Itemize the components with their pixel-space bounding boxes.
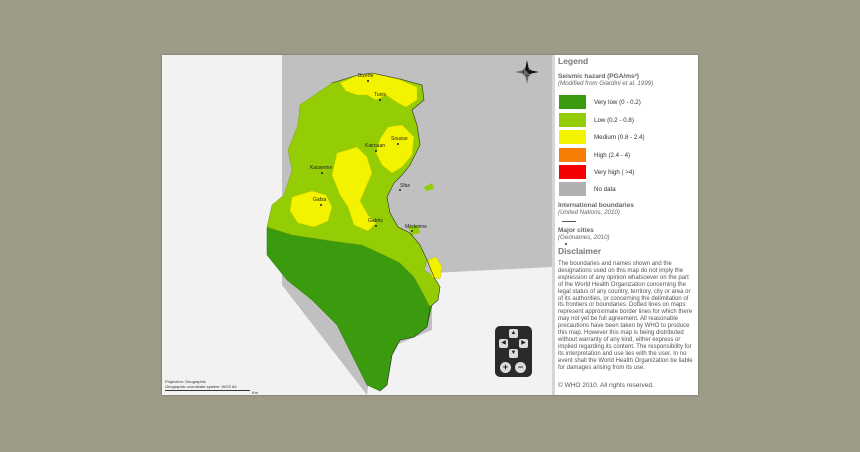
legend-swatch-very-low: [559, 95, 586, 109]
city-dot: [320, 204, 322, 206]
legend-swatch-very-high: [559, 165, 586, 179]
pan-left-icon[interactable]: ◀: [499, 339, 508, 348]
city-label: Kairouan: [365, 143, 385, 149]
scale-bar: [165, 390, 250, 391]
city-dot: [321, 172, 323, 174]
zoom-out-icon[interactable]: −: [515, 362, 526, 373]
disclaimer-title: Disclaimer: [558, 246, 601, 256]
city-label: Bizerte: [358, 73, 374, 79]
cities-source: (Geonames, 2010): [558, 234, 610, 241]
city-label: Médenine: [405, 224, 427, 230]
legend-swatch-high: [559, 148, 586, 162]
hazard-source: (Modified from Giardini et al. 1999): [558, 80, 654, 87]
city-dot: [411, 230, 413, 232]
map-viewer: Bizerte Tunis Sousse Kairouan Kasserine …: [162, 55, 698, 395]
city-dot: [399, 189, 401, 191]
disclaimer-text: The boundaries and names shown and the d…: [558, 261, 693, 371]
boundaries-source: (United Nations, 2010): [558, 209, 620, 216]
city-label: Gabès: [368, 218, 383, 224]
city-label: Gafsa: [313, 197, 327, 203]
city-layer: Bizerte Tunis Sousse Kairouan Kasserine …: [310, 73, 427, 232]
city-dot: [397, 143, 399, 145]
map-navigation-panel: ▲ ◀ ▶ ▼ + −: [495, 326, 532, 377]
boundary-line-icon: [562, 221, 576, 222]
panel-divider: [552, 55, 555, 395]
city-label: Sousse: [391, 136, 408, 142]
city-dot: [375, 225, 377, 227]
city-label: Sfax: [400, 183, 411, 189]
city-dot: [379, 99, 381, 101]
legend-panel: Legend Seismic hazard (PGA/ms²) (Modifie…: [558, 55, 696, 395]
map-canvas[interactable]: Bizerte Tunis Sousse Kairouan Kasserine …: [162, 55, 552, 395]
legend-label: Very low (0 - 0.2): [594, 99, 641, 106]
north-arrow-icon: [515, 60, 539, 84]
boundaries-title: International boundaries: [558, 202, 634, 209]
legend-label: High (2.4 - 4): [594, 152, 631, 159]
legend-title: Legend: [558, 56, 589, 66]
city-marker-icon: [565, 243, 567, 245]
city-label: Tunis: [374, 92, 387, 98]
legend-swatch-medium: [559, 130, 586, 144]
zoom-in-icon[interactable]: +: [500, 362, 511, 373]
city-label: Kasserine: [310, 165, 332, 171]
pan-down-icon[interactable]: ▼: [509, 349, 518, 358]
legend-swatch-low: [559, 113, 586, 127]
city-dot: [367, 80, 369, 82]
pan-right-icon[interactable]: ▶: [519, 339, 528, 348]
scale-label: Km: [252, 390, 258, 395]
copyright-notice: © WHO 2010. All rights reserved.: [558, 382, 654, 389]
legend-swatch-no-data: [559, 182, 586, 196]
legend-label: Very high ( >4): [594, 169, 635, 176]
projection-note: Projection: Geographic Geographic coordi…: [165, 379, 250, 391]
legend-label: Medium (0.8 - 2.4): [594, 134, 645, 141]
projection-line: Geographic coordinate system: WGS 84: [165, 384, 237, 389]
legend-label: Low (0.2 - 0.8): [594, 117, 634, 124]
city-dot: [375, 150, 377, 152]
legend-label: No data: [594, 186, 616, 193]
hazard-title: Seismic hazard (PGA/ms²): [558, 73, 639, 80]
pan-up-icon[interactable]: ▲: [509, 329, 518, 338]
cities-title: Major cities: [558, 227, 594, 234]
